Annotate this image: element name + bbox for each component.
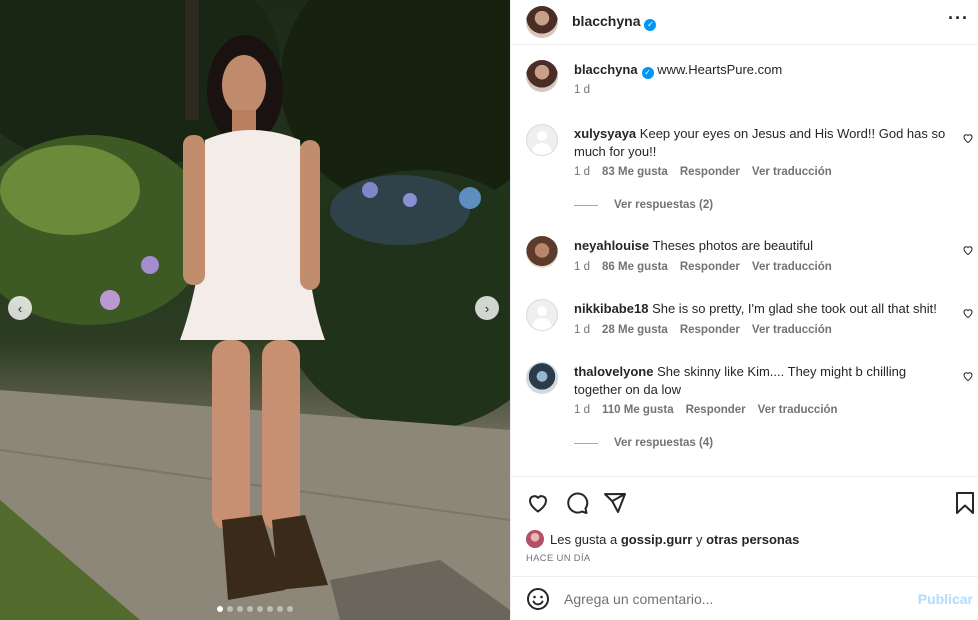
avatar[interactable]: [526, 124, 558, 156]
comment-username[interactable]: xulysyaya: [574, 126, 636, 141]
comment-meta: 1 d 110 Me gusta Responder Ver traducció…: [574, 404, 838, 416]
heart-icon[interactable]: [962, 307, 974, 319]
comment-item: nikkibabe18 She is so pretty, I'm glad s…: [526, 299, 973, 349]
comment-time: 1 d: [574, 324, 590, 336]
comment-time: 1 d: [574, 261, 590, 273]
post-header: blacchyna ✓ ···: [511, 0, 978, 45]
avatar[interactable]: [526, 299, 558, 331]
post-action-bar: [511, 476, 978, 524]
comment-text: neyahlouise Theses photos are beautiful: [574, 237, 946, 255]
post-side-panel: blacchyna ✓ ··· blacchyna ✓ www.HeartsPure…: [510, 0, 978, 620]
comment-item: xulysyaya Keep your eyes on Jesus and Hi…: [526, 124, 973, 224]
carousel-dot: [257, 606, 263, 612]
carousel-dot: [237, 606, 243, 612]
likes-user[interactable]: gossip.gurr: [621, 532, 693, 547]
caption-meta: 1 d: [574, 84, 590, 96]
carousel-dot: [247, 606, 253, 612]
publish-button[interactable]: Publicar: [918, 591, 973, 607]
heart-icon[interactable]: [962, 132, 974, 144]
view-replies-button[interactable]: Ver respuestas (2): [574, 199, 713, 211]
avatar[interactable]: [526, 6, 558, 38]
heart-icon[interactable]: [526, 491, 550, 515]
carousel-indicator: [0, 606, 510, 612]
comment-time: 1 d: [574, 404, 590, 416]
comments-list[interactable]: blacchyna ✓ www.HeartsPure.com 1 d xulysy…: [511, 46, 978, 476]
post-timestamp[interactable]: HACE UN DÍA: [526, 553, 591, 564]
comment-likes[interactable]: 28 Me gusta: [602, 324, 668, 336]
comment-meta: 1 d 28 Me gusta Responder Ver traducción: [574, 324, 832, 336]
likes-joiner: y: [695, 531, 703, 547]
comment-input[interactable]: [564, 590, 904, 607]
carousel-dot: [267, 606, 273, 612]
reply-button[interactable]: Responder: [686, 404, 746, 416]
translate-button[interactable]: Ver traducción: [758, 404, 838, 416]
instagram-post-modal: ‹ › blacchyna ✓ ··· blacchyna ✓ www.Hear…: [0, 0, 978, 620]
verified-icon: ✓: [641, 67, 654, 79]
carousel-dot: [227, 606, 233, 612]
comment-likes[interactable]: 110 Me gusta: [602, 404, 674, 416]
comment-username[interactable]: neyahlouise: [574, 238, 649, 253]
chevron-right-icon[interactable]: ›: [475, 296, 499, 320]
comment-icon[interactable]: [565, 491, 589, 515]
avatar[interactable]: [526, 362, 558, 394]
view-replies-button[interactable]: Ver respuestas (4): [574, 437, 713, 449]
likes-prefix: Les gusta a: [550, 531, 618, 547]
avatar[interactable]: [526, 236, 558, 268]
photo-scene: [0, 0, 510, 620]
comment-composer: Publicar: [511, 576, 978, 620]
comment-likes[interactable]: 86 Me gusta: [602, 261, 668, 273]
avatar[interactable]: [526, 530, 544, 548]
comment-text: xulysyaya Keep your eyes on Jesus and Hi…: [574, 125, 946, 161]
heart-icon[interactable]: [962, 244, 974, 256]
translate-button[interactable]: Ver traducción: [752, 166, 832, 178]
reply-button[interactable]: Responder: [680, 261, 740, 273]
likes-summary: Les gusta a gossip.gurr y otras personas: [526, 530, 799, 548]
comment-time: 1 d: [574, 166, 590, 178]
comment-meta: 1 d 86 Me gusta Responder Ver traducción: [574, 261, 832, 273]
comment-username[interactable]: thalovelyone: [574, 364, 653, 379]
share-icon[interactable]: [603, 491, 627, 515]
author-username[interactable]: blacchyna ✓: [572, 13, 657, 31]
bookmark-icon[interactable]: [954, 491, 976, 515]
caption-username[interactable]: blacchyna: [574, 62, 638, 77]
chevron-left-icon[interactable]: ‹: [8, 296, 32, 320]
more-options-icon[interactable]: ···: [948, 8, 969, 29]
comment-username[interactable]: nikkibabe18: [574, 301, 648, 316]
caption-link[interactable]: www.HeartsPure.com: [657, 62, 782, 77]
comment-meta: 1 d 83 Me gusta Responder Ver traducción: [574, 166, 832, 178]
translate-button[interactable]: Ver traducción: [752, 324, 832, 336]
caption-text: blacchyna ✓ www.HeartsPure.com: [574, 61, 946, 79]
carousel-dot: [277, 606, 283, 612]
carousel-dot: [217, 606, 223, 612]
avatar[interactable]: [526, 60, 558, 92]
comment-text: thalovelyone She skinny like Kim.... The…: [574, 363, 946, 399]
reply-button[interactable]: Responder: [680, 166, 740, 178]
comment-likes[interactable]: 83 Me gusta: [602, 166, 668, 178]
emoji-icon[interactable]: [526, 587, 550, 611]
translate-button[interactable]: Ver traducción: [752, 261, 832, 273]
caption-row: blacchyna ✓ www.HeartsPure.com 1 d: [526, 60, 966, 104]
comment-item: thalovelyone She skinny like Kim.... The…: [526, 362, 973, 462]
comment-text: nikkibabe18 She is so pretty, I'm glad s…: [574, 300, 946, 318]
reply-button[interactable]: Responder: [680, 324, 740, 336]
comment-item: neyahlouise Theses photos are beautiful …: [526, 236, 973, 286]
post-photo: ‹ ›: [0, 0, 510, 620]
comment-body: She is so pretty, I'm glad she took out …: [652, 301, 937, 316]
likes-others[interactable]: otras personas: [706, 532, 799, 547]
caption-time: 1 d: [574, 84, 590, 96]
heart-icon[interactable]: [962, 370, 974, 382]
carousel-dot: [287, 606, 293, 612]
verified-icon: ✓: [644, 18, 657, 31]
comment-body: Theses photos are beautiful: [652, 238, 813, 253]
